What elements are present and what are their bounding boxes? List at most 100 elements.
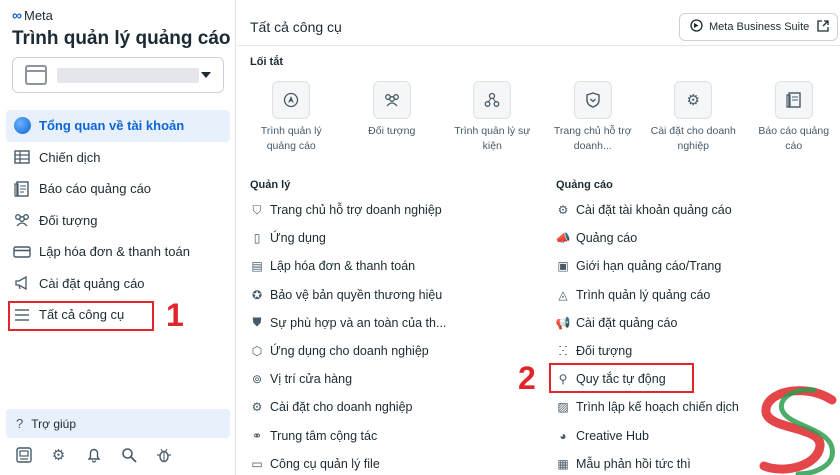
list-item-label: Vị trí cửa hàng [270,372,353,387]
people-icon [12,210,32,230]
gear-icon: ⚙ [251,400,263,415]
list-item-brand-safety[interactable]: ⛊ Sự phù hợp và an toàn của th... [250,309,540,337]
bug-icon[interactable] [154,445,173,464]
list-item-file-manager[interactable]: ▭ Công cụ quản lý file [250,450,540,475]
list-item-collab-center[interactable]: ⚭ Trung tâm cộng tác [250,422,540,450]
megaphone-icon: 📣 [555,231,571,246]
meta-business-suite-button[interactable]: Meta Business Suite [679,13,838,41]
palette-icon: ◕ [559,428,567,443]
shortcut-label: Trình quản lý quảng cáo [260,125,322,152]
account-name-redacted [57,68,199,83]
list-item-ad-limits[interactable]: ▣ Giới hạn quảng cáo/Trang [556,252,840,280]
nav-item-label: Tổng quan về tài khoản [39,118,185,134]
nav-item-campaigns[interactable]: Chiến dịch [6,142,230,174]
list-item-ads-manager[interactable]: ◬ Trình quản lý quảng cáo [556,281,840,309]
step2-number: 2 [518,360,536,396]
invoice-icon: ▤ [251,259,263,274]
help-label: Trợ giúp [31,416,77,431]
location-icon: ⊚ [251,372,263,387]
header-divider [237,45,840,46]
step2-highlight-box [549,363,694,393]
list-item-label: Ứng dụng [270,231,326,246]
ads-heading: Quảng cáo [556,179,613,191]
sidebar-bottom-toolbar: ⚙ [14,445,173,464]
shortcut-ads-manager[interactable]: Trình quản lý quảng cáo [241,81,342,154]
shortcut-label: Trang chủ hỗ trợ doanh... [553,125,632,152]
gear-icon[interactable]: ⚙ [49,445,68,464]
meta-infinity-icon: ∞ [12,7,22,23]
manage-heading: Quản lý [250,179,291,191]
list-item-label: Trang chủ hỗ trợ doanh nghiệp [270,203,442,218]
step1-highlight-box [8,301,154,331]
list-item-apps[interactable]: ▯ Ứng dụng [250,224,540,252]
watermark-logo [759,386,837,475]
report-icon [774,81,813,119]
list-item-ad-settings[interactable]: 📢 Cài đặt quảng cáo [556,309,840,337]
shortcut-business-settings[interactable]: ⚙ Cài đặt cho doanh nghiệp [643,81,744,154]
list-item-audiences[interactable]: ⵘ Đối tượng [556,337,840,365]
handshake-icon: ⚭ [251,428,263,443]
meta-logo[interactable]: ∞ Meta [12,7,53,23]
account-icon [25,65,47,85]
list-item-label: Quảng cáo [576,231,638,246]
list-item-ads[interactable]: 📣 Quảng cáo [556,224,840,252]
list-item-label: Trình lập kế hoạch chiến dịch [576,400,739,415]
list-item-label: Sự phù hợp và an toàn của th... [270,315,447,330]
dashboard-icon[interactable] [14,445,33,464]
frame-icon: ▣ [557,259,569,274]
report-icon [12,179,32,199]
step1-number: 1 [166,297,184,333]
manage-list: ⛉ Trang chủ hỗ trợ doanh nghiệp ▯ Ứng dụng… [250,196,540,475]
nav-item-label: Chiến dịch [39,149,101,165]
nav-item-billing[interactable]: Lập hóa đơn & thanh toán [6,236,230,268]
question-icon: ? [16,416,24,431]
list-item-label: Cài đặt tài khoản quảng cáo [576,203,732,218]
list-item-store-locations[interactable]: ⊚ Vị trí cửa hàng [250,365,540,393]
shortcut-label: Báo cáo quảng cáo [758,125,830,152]
list-item-brand-rights[interactable]: ✪ Bảo vệ bản quyền thương hiệu [250,281,540,309]
shortcut-audiences[interactable]: Đối tượng [342,81,443,154]
billing-icon [12,242,32,262]
navigation-icon: ◬ [558,287,568,302]
panel-title: Tất cả công cụ [250,19,342,35]
list-item-label: Trung tâm cộng tác [270,428,378,443]
nav-item-label: Cài đặt quảng cáo [39,275,145,291]
nav-item-label: Đối tượng [39,212,98,228]
form-icon: ▦ [557,456,569,471]
phone-icon: ▯ [253,231,261,246]
nav-item-account-overview[interactable]: Tổng quan về tài khoản [6,110,230,142]
shortcut-business-support[interactable]: Trang chủ hỗ trợ doanh... [543,81,644,154]
shortcut-ad-reports[interactable]: Báo cáo quảng cáo [744,81,840,154]
list-item-label: Creative Hub [576,428,649,443]
list-item-label: Lập hóa đơn & thanh toán [270,259,416,274]
bell-icon[interactable] [84,445,103,464]
calendar-icon: ▨ [557,400,569,415]
list-item-business-apps[interactable]: ⬡ Ứng dụng cho doanh nghiệp [250,337,540,365]
app-title: Trình quản lý quảng cáo [12,28,231,49]
shortcut-label: Trình quản lý sự kiện [454,125,531,152]
nav-item-ad-reports[interactable]: Báo cáo quảng cáo [6,173,230,205]
shortcut-events-manager[interactable]: Trình quản lý sự kiện [442,81,543,154]
table-icon [12,147,32,167]
nav-item-audiences[interactable]: Đối tượng [6,205,230,237]
nav-item-label: Lập hóa đơn & thanh toán [39,244,190,260]
list-item-label: Công cụ quản lý file [270,456,380,471]
list-item-business-support-home[interactable]: ⛉ Trang chủ hỗ trợ doanh nghiệp [250,196,540,224]
shortcuts-row: Trình quản lý quảng cáo Đối tượng Trình … [241,81,840,154]
list-item-label: Ứng dụng cho doanh nghiệp [270,344,429,359]
folder-icon: ▭ [251,456,263,471]
help-button[interactable]: ? Trợ giúp [6,409,230,438]
account-selector[interactable] [12,57,224,93]
megaphone-icon [12,273,32,293]
nav-item-ad-settings[interactable]: Cài đặt quảng cáo [6,268,230,300]
list-item-ad-account-settings[interactable]: ⚙ Cài đặt tài khoản quảng cáo [556,196,840,224]
megaphone-icon: 📢 [555,315,571,330]
list-item-business-settings[interactable]: ⚙ Cài đặt cho doanh nghiệp [250,393,540,421]
search-icon[interactable] [119,445,138,464]
settings-icon: ⚙ [557,203,569,218]
people-icon [372,81,411,119]
list-item-billing[interactable]: ▤ Lập hóa đơn & thanh toán [250,252,540,280]
shortcut-label: Đối tượng [368,125,416,137]
caret-down-icon [201,72,211,78]
business-suite-label: Meta Business Suite [709,21,810,33]
